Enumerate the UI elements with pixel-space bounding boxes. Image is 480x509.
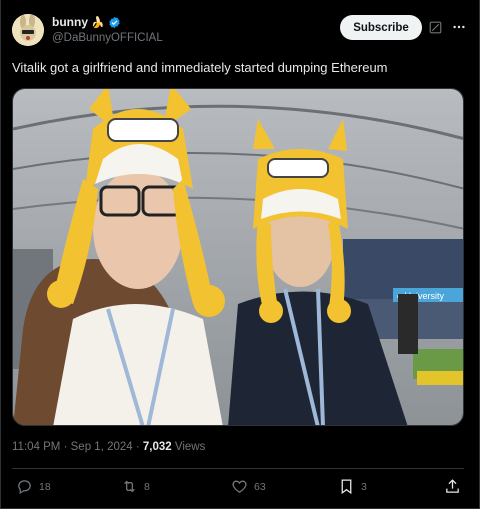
meta-separator: ·	[63, 441, 68, 453]
user-handle[interactable]: @DaBunnyOFFICIAL	[52, 32, 163, 44]
views-label: Views	[174, 441, 206, 453]
display-name[interactable]: bunny	[52, 15, 88, 29]
views-count: 7,032	[142, 441, 172, 453]
post-text: Vitalik got a girlfriend and immediately…	[12, 60, 388, 75]
bookmark-button[interactable]: 3	[338, 478, 367, 495]
subscribe-button[interactable]: Subscribe	[340, 15, 422, 40]
repost-icon	[124, 480, 135, 493]
user-info: bunny 🍌 @DaBunnyOFFICIAL	[52, 14, 163, 44]
bookmark-count: 3	[361, 480, 367, 493]
post-header: bunny 🍌 @DaBunnyOFFICIAL Subscribe	[12, 12, 468, 52]
repost-button[interactable]: 8	[121, 478, 150, 495]
heart-icon	[232, 480, 247, 493]
reply-icon	[18, 480, 31, 495]
grok-icon[interactable]	[429, 21, 442, 34]
post-date[interactable]: Sep 1, 2024	[71, 441, 133, 453]
like-count: 63	[254, 480, 266, 493]
post-meta: 11:04 PM · Sep 1, 2024 · 7,032 Views	[12, 441, 205, 453]
repost-count: 8	[144, 480, 150, 493]
divider	[12, 468, 464, 469]
share-button[interactable]	[444, 478, 461, 495]
share-icon	[446, 479, 459, 493]
meta-separator-2: ·	[135, 441, 140, 453]
name-emoji: 🍌	[91, 16, 105, 29]
more-icon[interactable]	[452, 20, 466, 34]
avatar[interactable]	[12, 14, 44, 46]
verified-badge-icon	[109, 16, 120, 28]
post-image[interactable]: e University	[12, 88, 464, 426]
bookmark-icon	[341, 479, 352, 495]
name-row: bunny 🍌	[52, 14, 163, 30]
action-bar: 18 8 63 3	[12, 476, 464, 500]
like-button[interactable]: 63	[231, 478, 266, 495]
post-time[interactable]: 11:04 PM	[12, 441, 60, 453]
reply-count: 18	[39, 480, 51, 493]
reply-button[interactable]: 18	[16, 478, 51, 495]
